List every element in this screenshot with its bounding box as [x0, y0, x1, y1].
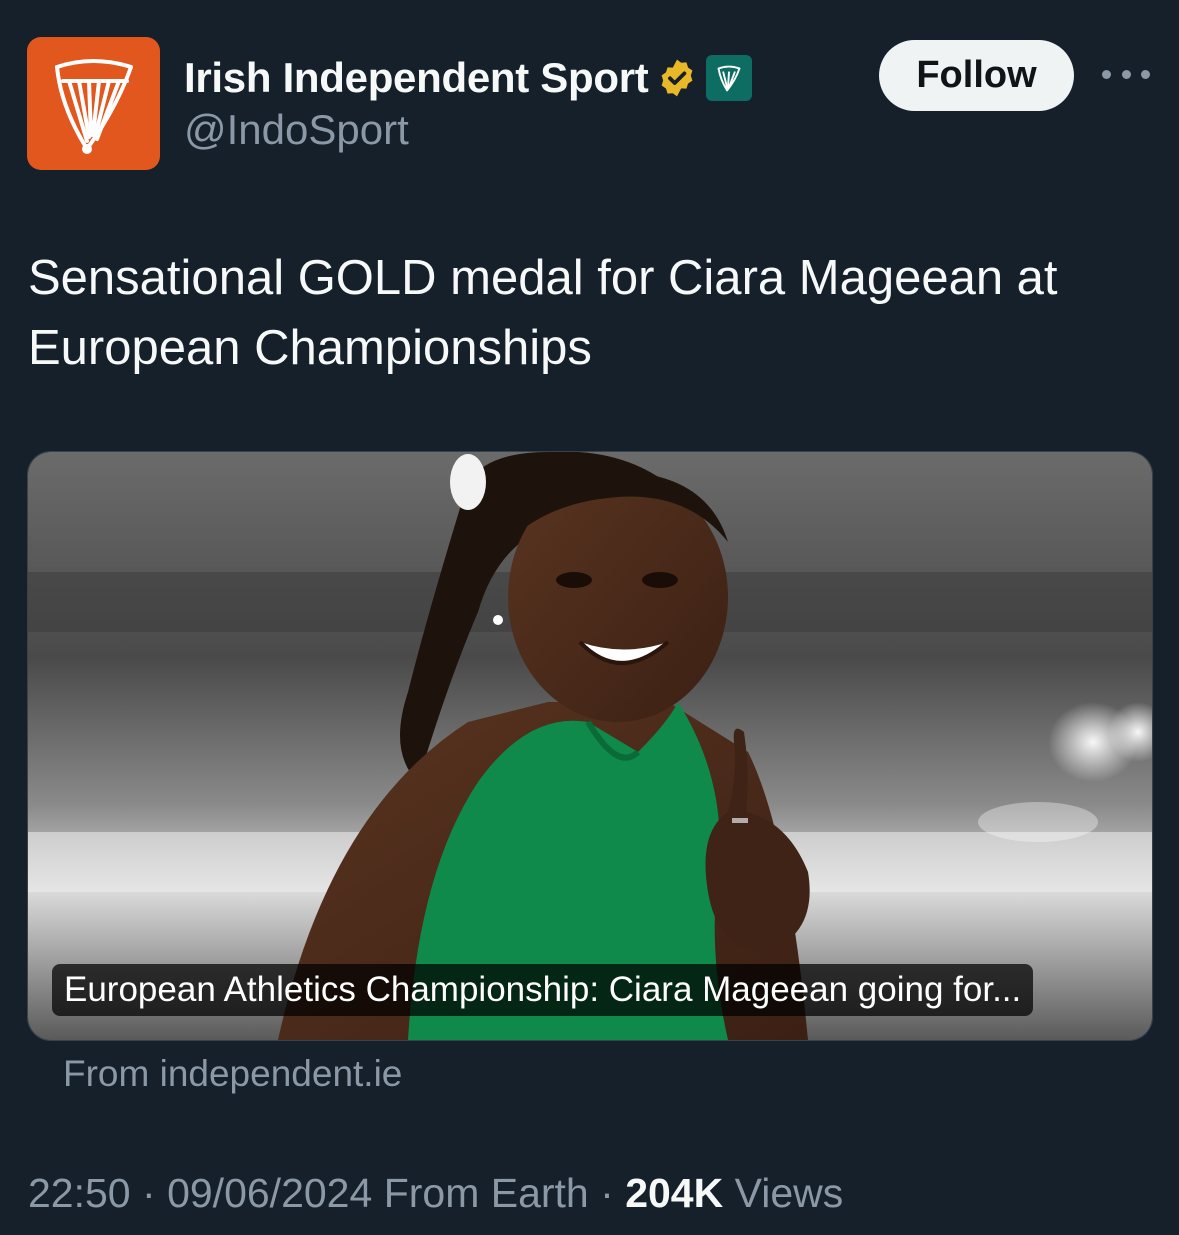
- harp-affiliate-badge-icon[interactable]: [706, 55, 753, 101]
- tweet-date[interactable]: 09/06/2024: [167, 1170, 372, 1216]
- meta-separator: ·: [600, 1170, 614, 1216]
- card-source-link[interactable]: From independent.ie: [63, 1053, 402, 1095]
- follow-button[interactable]: Follow: [879, 40, 1074, 111]
- tweet-meta: 22:50 · 09/06/2024 From Earth · 204K Vie…: [28, 1170, 843, 1217]
- account-handle[interactable]: @IndoSport: [184, 106, 409, 154]
- views-label: Views: [734, 1170, 844, 1216]
- account-avatar[interactable]: [27, 37, 160, 170]
- meta-separator: ·: [142, 1170, 156, 1216]
- more-options-icon[interactable]: [1102, 58, 1150, 90]
- tweet-location: From Earth: [383, 1170, 589, 1216]
- views-count[interactable]: 204K: [625, 1170, 723, 1216]
- gold-verified-badge-icon: [662, 59, 693, 97]
- display-name[interactable]: Irish Independent Sport: [184, 54, 649, 102]
- article-photo: [28, 452, 1152, 1040]
- dot: [1141, 69, 1150, 79]
- tweet-time[interactable]: 22:50: [28, 1170, 131, 1216]
- link-card[interactable]: European Athletics Championship: Ciara M…: [27, 451, 1153, 1041]
- tweet-text: Sensational GOLD medal for Ciara Mageean…: [28, 251, 1058, 375]
- dot: [1121, 69, 1131, 79]
- dot: [1102, 69, 1111, 79]
- harp-logo-icon: [55, 59, 133, 154]
- card-title: European Athletics Championship: Ciara M…: [52, 964, 1034, 1016]
- account-name-row: Irish Independent Sport: [184, 50, 753, 106]
